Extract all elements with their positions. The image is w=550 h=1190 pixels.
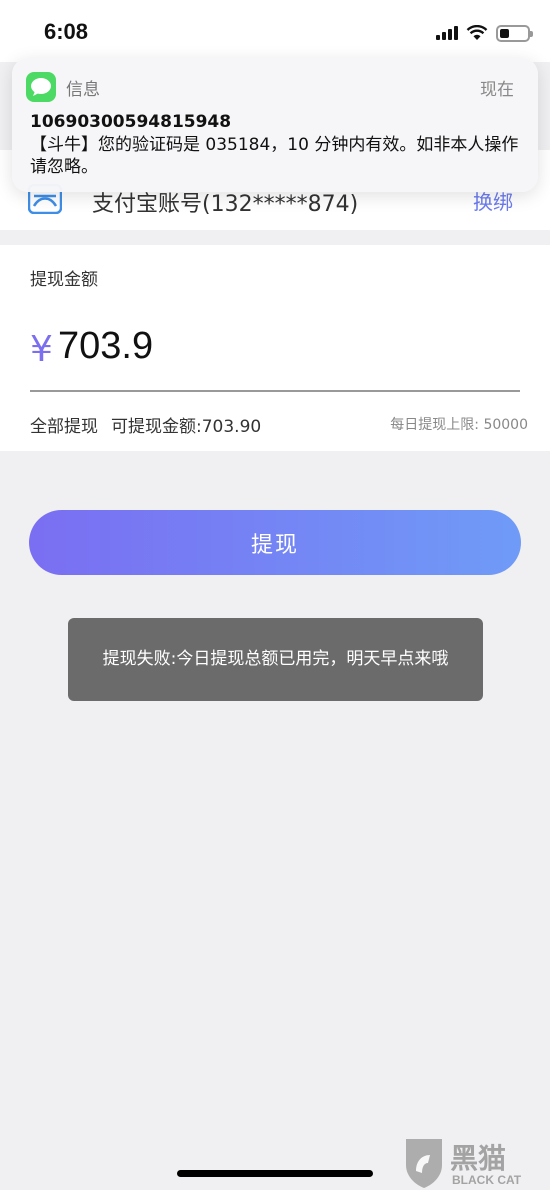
amount-input[interactable]: 703.9 [58,325,153,368]
withdraw-button[interactable]: 提现 [29,510,521,575]
messages-app-icon [26,72,56,102]
status-time: 6:08 [44,19,89,44]
notification-time: 现在 [480,80,514,100]
withdraw-amount-section: 提现金额 ¥ 703.9 全部提现 可提现金额:703.90 每日提现上限: 5… [0,245,550,451]
black-cat-watermark: 黑猫 BLACK CAT [402,1135,542,1190]
watermark-title: 黑猫 [450,1142,507,1175]
notification-sender: 10690300594815948 [30,112,232,132]
cellular-signal-icon [436,26,458,40]
available-amount: 可提现金额:703.90 [111,417,262,437]
notification-body: 【斗牛】您的验证码是 035184，10 分钟内有效。如非本人操作请忽略。 [30,135,519,177]
amount-underline [30,390,520,392]
sms-notification-banner[interactable]: 信息 现在 10690300594815948 【斗牛】您的验证码是 03518… [12,58,538,192]
notification-app-name: 信息 [66,80,100,100]
home-indicator[interactable] [177,1170,373,1177]
watermark-subtitle: BLACK CAT [452,1173,522,1187]
daily-limit: 每日提现上限: 50000 [390,417,528,433]
error-toast: 提现失败:今日提现总额已用完，明天早点来哦 [68,618,483,701]
amount-label: 提现金额 [30,270,98,290]
cat-shield-icon [406,1139,442,1188]
currency-symbol: ¥ [30,329,53,370]
battery-level [500,28,509,38]
speech-bubble-icon [31,78,51,96]
wifi-icon [466,25,488,40]
battery-icon [496,24,533,42]
status-icons [436,22,533,44]
status-bar: 6:08 [0,0,550,62]
withdraw-all-link[interactable]: 全部提现 [30,412,98,437]
